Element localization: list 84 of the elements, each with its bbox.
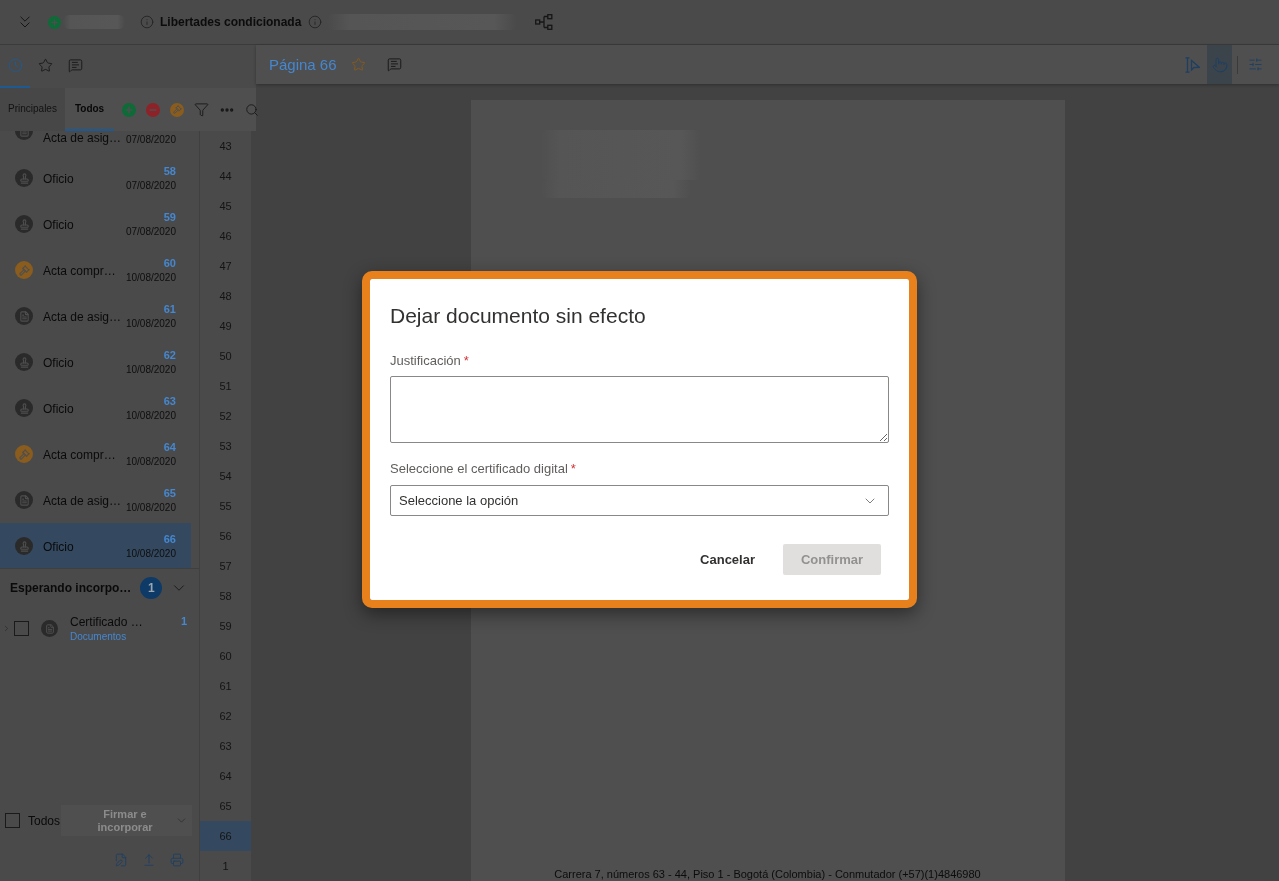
document-number: 62 xyxy=(163,348,176,362)
document-name: Acta de asig… xyxy=(43,131,123,145)
document-date: 10/08/2020 xyxy=(125,409,176,422)
document-name: Oficio xyxy=(43,217,75,232)
field-label: Seleccione el certificado digital * xyxy=(390,460,577,478)
cancel-button[interactable]: Cancelar xyxy=(684,544,771,575)
comment-icon xyxy=(67,58,83,73)
minus-icon[interactable] xyxy=(146,102,161,117)
info-icon[interactable] xyxy=(308,15,323,29)
info-icon[interactable] xyxy=(140,15,154,29)
document-date: 10/08/2020 xyxy=(125,271,176,284)
document-row[interactable]: Oficio 62 10/08/2020 xyxy=(0,339,191,385)
document-number: 65 xyxy=(163,486,176,500)
document-icon xyxy=(15,491,33,509)
document-name: Acta compr… xyxy=(43,447,117,462)
field-label: Justificación * xyxy=(390,352,470,370)
stamp-icon xyxy=(15,215,33,233)
stamp-icon xyxy=(15,169,33,187)
page-number[interactable]: 66 xyxy=(200,821,251,851)
document-row[interactable]: Oficio 66 10/08/2020 xyxy=(0,523,191,568)
case-title: Libertades condicionada xyxy=(160,15,302,29)
document-date: 10/08/2020 xyxy=(125,363,176,376)
document-row[interactable]: Oficio 59 07/08/2020 xyxy=(0,201,191,247)
stamp-icon xyxy=(15,353,33,371)
hammer-icon[interactable] xyxy=(170,102,185,117)
document-name: Acta compr… xyxy=(43,263,117,278)
checkbox[interactable] xyxy=(5,813,20,828)
edit-document-icon[interactable] xyxy=(114,853,128,867)
document-name: Acta de asig… xyxy=(43,309,123,324)
document-name: Oficio xyxy=(43,355,75,370)
justification-field[interactable] xyxy=(390,376,889,443)
document-name: Oficio xyxy=(43,171,75,186)
clock-icon xyxy=(7,58,23,73)
document-date: 07/08/2020 xyxy=(125,225,176,238)
text-select-icon xyxy=(1185,56,1200,73)
search-icon[interactable] xyxy=(245,102,260,117)
document-number: 58 xyxy=(163,164,176,178)
item-category: Documentos xyxy=(70,631,128,642)
document-number: 60 xyxy=(163,256,176,270)
hammer-icon xyxy=(15,261,33,279)
star-icon xyxy=(37,58,53,73)
stamp-icon xyxy=(15,399,33,417)
document-row[interactable]: Acta de asig… 07/08/2020 xyxy=(0,131,191,155)
document-date: 07/08/2020 xyxy=(125,134,176,146)
star-icon[interactable] xyxy=(350,57,366,72)
document-icon xyxy=(41,620,58,637)
hand-pointer-icon xyxy=(1211,56,1228,73)
document-number: 59 xyxy=(163,210,176,224)
document-date: 10/08/2020 xyxy=(125,501,176,514)
stamp-icon xyxy=(15,537,33,555)
filter-icon[interactable] xyxy=(194,102,210,117)
document-date: 07/08/2020 xyxy=(125,179,176,192)
document-number: 64 xyxy=(163,440,176,454)
item-count: 1 xyxy=(180,615,187,627)
settings-icon[interactable] xyxy=(1248,57,1263,72)
document-row[interactable]: Oficio 58 07/08/2020 xyxy=(0,155,191,201)
document-number: 61 xyxy=(163,302,176,316)
item-name: Certificado … xyxy=(70,615,144,629)
plus-icon[interactable] xyxy=(122,102,137,117)
document-row[interactable]: Oficio 63 10/08/2020 xyxy=(0,385,191,431)
document-name: Acta de asig… xyxy=(43,493,123,508)
comment-icon[interactable] xyxy=(386,57,402,72)
tool-button[interactable] xyxy=(1207,45,1232,84)
dialog-title: Dejar documento sin efecto xyxy=(390,303,647,329)
select-all-label: Todos xyxy=(28,813,61,828)
print-icon[interactable] xyxy=(170,853,184,867)
document-name: Oficio xyxy=(43,401,75,416)
document-date: 10/08/2020 xyxy=(125,317,176,330)
checkbox[interactable] xyxy=(14,621,29,636)
plus-icon[interactable] xyxy=(48,15,61,29)
document-icon xyxy=(15,307,33,325)
page-title: Página 66 xyxy=(269,56,337,73)
certificate-select[interactable]: Seleccione la opción xyxy=(390,485,889,516)
document-number: 66 xyxy=(163,532,176,546)
upload-icon[interactable] xyxy=(142,853,156,867)
document-footer-text: Carrera 7, números 63 - 44, Piso 1 - Bogotá (Colombia) - Conmutador (+57)(1)4846980 xyxy=(554,868,981,880)
document-date: 10/08/2020 xyxy=(125,455,176,468)
hierarchy-icon[interactable] xyxy=(535,14,554,30)
hammer-icon xyxy=(15,445,33,463)
document-name: Oficio xyxy=(43,539,75,554)
document-date: 10/08/2020 xyxy=(125,547,176,560)
count-badge: 1 xyxy=(140,577,163,599)
section-title: Esperando incorpo… xyxy=(10,581,132,595)
document-number: 63 xyxy=(163,394,176,408)
